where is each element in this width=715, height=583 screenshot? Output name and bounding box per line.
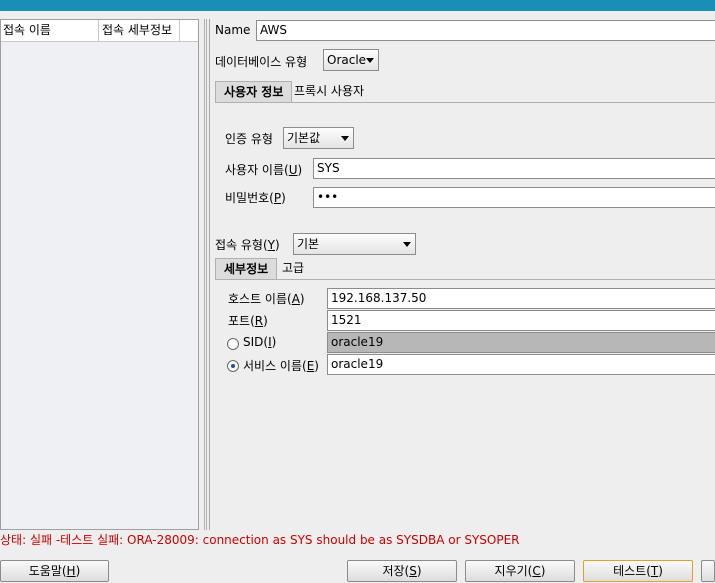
username-label: 사용자 이름(U) bbox=[225, 163, 303, 177]
status-message: 상태: 실패 -테스트 실패: ORA-28009: connection as… bbox=[0, 533, 520, 547]
auth-type-label: 인증 유형 bbox=[225, 132, 273, 146]
connection-type-select[interactable]: 기본 bbox=[293, 233, 416, 255]
panel-splitter[interactable] bbox=[204, 19, 207, 530]
connect-button[interactable] bbox=[701, 560, 715, 582]
chevron-down-icon bbox=[341, 136, 349, 141]
connection-type-value: 기본 bbox=[297, 237, 320, 251]
column-divider[interactable] bbox=[98, 20, 99, 41]
db-type-label: 데이터베이스 유형 bbox=[215, 55, 308, 69]
db-type-select[interactable]: Oracle bbox=[323, 49, 379, 71]
connection-list-header: 접속 이름 접속 세부정보 bbox=[1, 20, 198, 42]
column-header-connection-details[interactable]: 접속 세부정보 bbox=[102, 20, 172, 41]
sid-input[interactable]: oracle19 bbox=[327, 332, 715, 353]
test-button[interactable]: 테스트(T) bbox=[583, 560, 693, 582]
port-label: 포트(R) bbox=[228, 314, 268, 328]
auth-type-value: 기본값 bbox=[287, 131, 321, 145]
connection-type-label: 접속 유형(Y) bbox=[215, 238, 280, 252]
tab-divider bbox=[215, 102, 715, 103]
chevron-down-icon bbox=[366, 58, 374, 63]
service-name-radio[interactable] bbox=[227, 360, 239, 372]
host-input[interactable]: 192.168.137.50 bbox=[327, 288, 715, 309]
column-header-connection-name[interactable]: 접속 이름 bbox=[3, 20, 51, 41]
host-label: 호스트 이름(A) bbox=[228, 292, 305, 306]
chevron-down-icon bbox=[403, 242, 411, 247]
db-type-value: Oracle bbox=[327, 53, 367, 67]
connection-list[interactable] bbox=[1, 42, 198, 529]
tab-advanced[interactable]: 고급 bbox=[278, 258, 308, 279]
sid-label: SID(I) bbox=[243, 335, 277, 349]
tab-proxy-user[interactable]: 프록시 사용자 bbox=[290, 81, 368, 102]
tab-divider bbox=[215, 279, 715, 280]
name-label: Name bbox=[215, 23, 251, 37]
password-input[interactable]: ••• bbox=[313, 187, 715, 208]
sid-radio[interactable] bbox=[227, 338, 239, 350]
port-input[interactable]: 1521 bbox=[327, 310, 715, 331]
window-title-bar bbox=[0, 0, 715, 11]
name-input[interactable]: AWS bbox=[256, 20, 715, 41]
service-name-input[interactable]: oracle19 bbox=[327, 354, 715, 375]
auth-type-select[interactable]: 기본값 bbox=[283, 127, 354, 149]
tab-user-info[interactable]: 사용자 정보 bbox=[215, 81, 293, 102]
password-label: 비밀번호(P) bbox=[225, 191, 286, 205]
save-button[interactable]: 저장(S) bbox=[347, 560, 457, 582]
clear-button[interactable]: 지우기(C) bbox=[465, 560, 575, 582]
username-input[interactable]: SYS bbox=[313, 158, 715, 179]
tab-details[interactable]: 세부정보 bbox=[215, 258, 278, 279]
service-name-label: 서비스 이름(E) bbox=[243, 359, 319, 373]
help-button[interactable]: 도움말(H) bbox=[0, 560, 109, 582]
column-divider[interactable] bbox=[179, 20, 180, 41]
